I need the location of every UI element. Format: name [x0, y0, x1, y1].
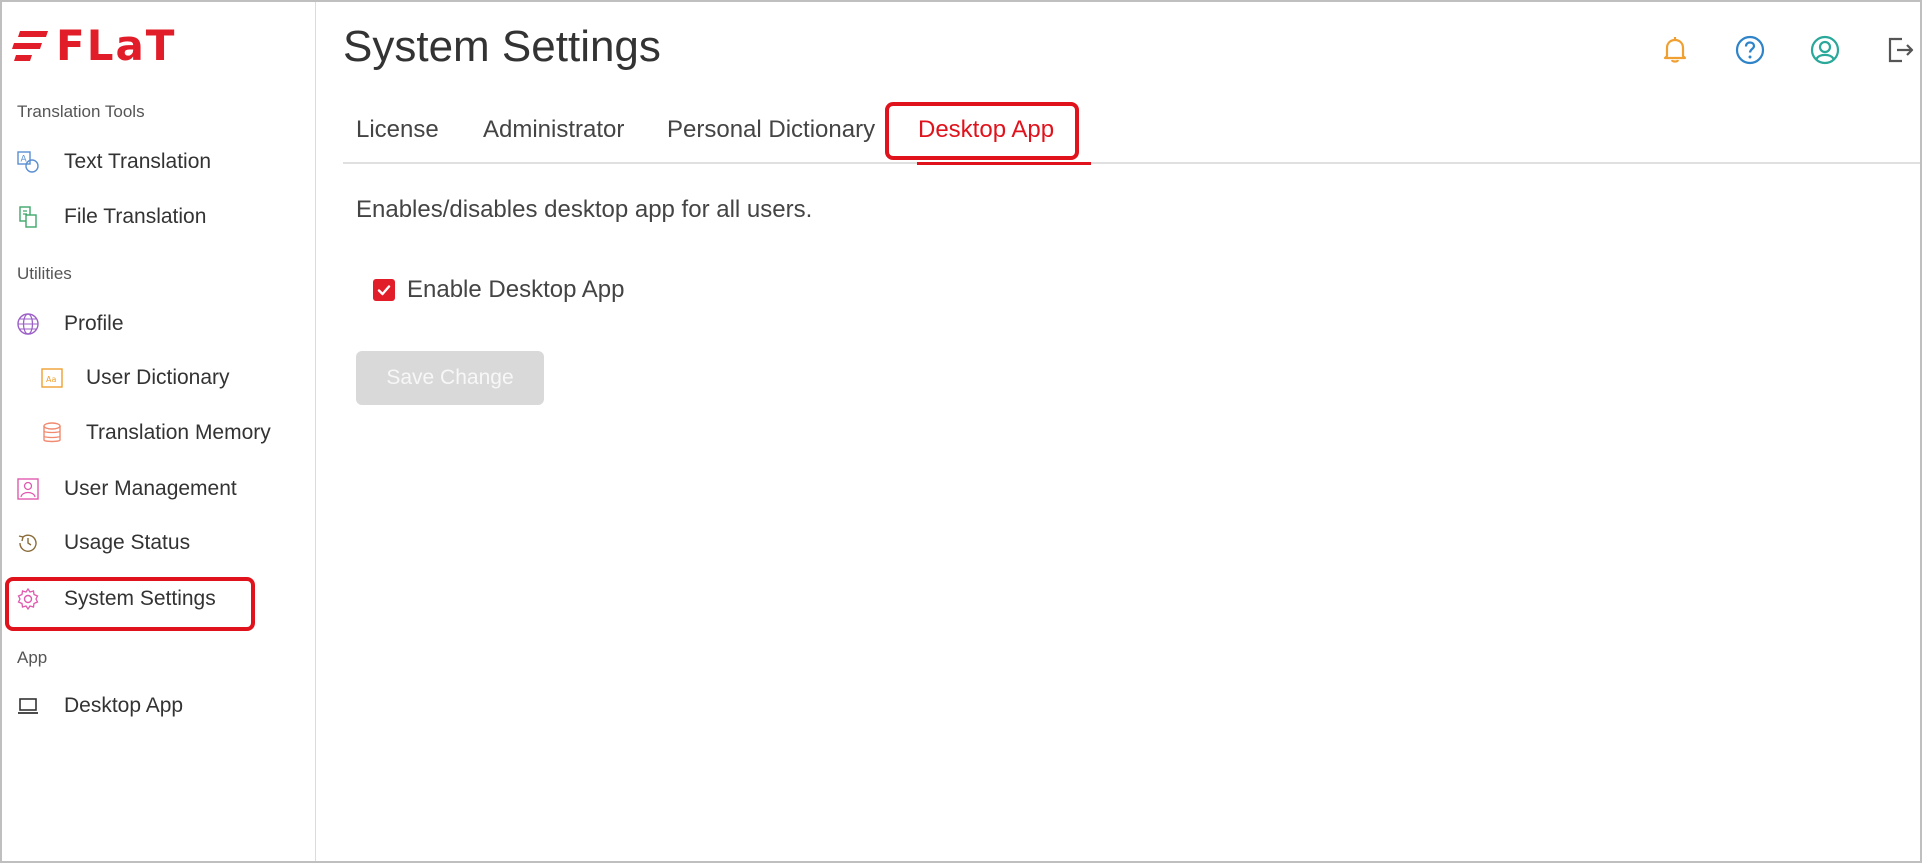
- checkbox-label: Enable Desktop App: [407, 276, 625, 303]
- page-title: System Settings: [343, 22, 661, 71]
- sidebar-item-label: Desktop App: [64, 694, 184, 717]
- laptop-icon: [14, 692, 42, 720]
- history-icon: [14, 529, 42, 557]
- sidebar-item-desktop-app[interactable]: Desktop App: [14, 684, 183, 728]
- sidebar-item-label: User Management: [64, 477, 237, 500]
- bell-icon[interactable]: [1655, 30, 1695, 70]
- svg-text:Aa: Aa: [46, 375, 56, 384]
- section-label-utilities: Utilities: [17, 264, 72, 283]
- sidebar-item-label: Text Translation: [64, 150, 212, 173]
- sidebar-item-label: Usage Status: [64, 531, 191, 554]
- logout-icon[interactable]: [1880, 30, 1920, 70]
- tab-administrator[interactable]: Administrator: [483, 116, 624, 144]
- sidebar-item-label: Profile: [64, 312, 124, 335]
- sidebar-item-translation-memory[interactable]: Translation Memory: [38, 411, 271, 455]
- highlight-box-system-settings: [5, 577, 255, 631]
- tab-bar: License Administrator Personal Dictionar…: [343, 106, 1920, 165]
- sidebar: FLaT Translation Tools A Text Translatio…: [2, 2, 316, 861]
- account-icon[interactable]: [1805, 30, 1845, 70]
- settings-description: Enables/disables desktop app for all use…: [356, 196, 813, 223]
- header-actions: [1620, 30, 1920, 70]
- tab-license[interactable]: License: [356, 116, 439, 144]
- sidebar-item-file-translation[interactable]: File Translation: [14, 195, 206, 239]
- main-content: System Settings License Administrator Pe…: [317, 2, 1920, 861]
- sidebar-item-label: Translation Memory: [86, 421, 271, 444]
- active-tab-indicator: [917, 162, 1091, 165]
- sidebar-item-usage-status[interactable]: Usage Status: [14, 521, 190, 565]
- section-label-translation-tools: Translation Tools: [17, 102, 145, 121]
- database-icon: [38, 419, 66, 447]
- sidebar-item-label: File Translation: [64, 205, 207, 228]
- file-translation-icon: [14, 203, 42, 231]
- sidebar-item-profile[interactable]: Profile: [14, 302, 124, 346]
- enable-desktop-app-checkbox[interactable]: Enable Desktop App: [373, 276, 625, 304]
- save-change-button[interactable]: Save Change: [356, 351, 544, 405]
- dictionary-icon: Aa: [38, 364, 66, 392]
- sidebar-item-text-translation[interactable]: A Text Translation: [14, 140, 211, 184]
- sidebar-item-user-management[interactable]: User Management: [14, 467, 237, 511]
- logo[interactable]: FLaT: [10, 24, 176, 68]
- highlight-box-desktop-app-tab: [885, 102, 1079, 160]
- globe-icon: [14, 310, 42, 338]
- logo-mark-icon: [12, 31, 48, 61]
- help-icon[interactable]: [1730, 30, 1770, 70]
- sidebar-item-label: User Dictionary: [86, 366, 230, 389]
- user-management-icon: [14, 475, 42, 503]
- checkbox-checked-icon[interactable]: [373, 279, 395, 301]
- tab-personal-dictionary[interactable]: Personal Dictionary: [667, 116, 875, 144]
- text-translation-icon: A: [14, 148, 42, 176]
- section-label-app: App: [17, 648, 48, 667]
- logo-text: FLaT: [56, 21, 177, 70]
- sidebar-item-user-dictionary[interactable]: Aa User Dictionary: [38, 356, 230, 400]
